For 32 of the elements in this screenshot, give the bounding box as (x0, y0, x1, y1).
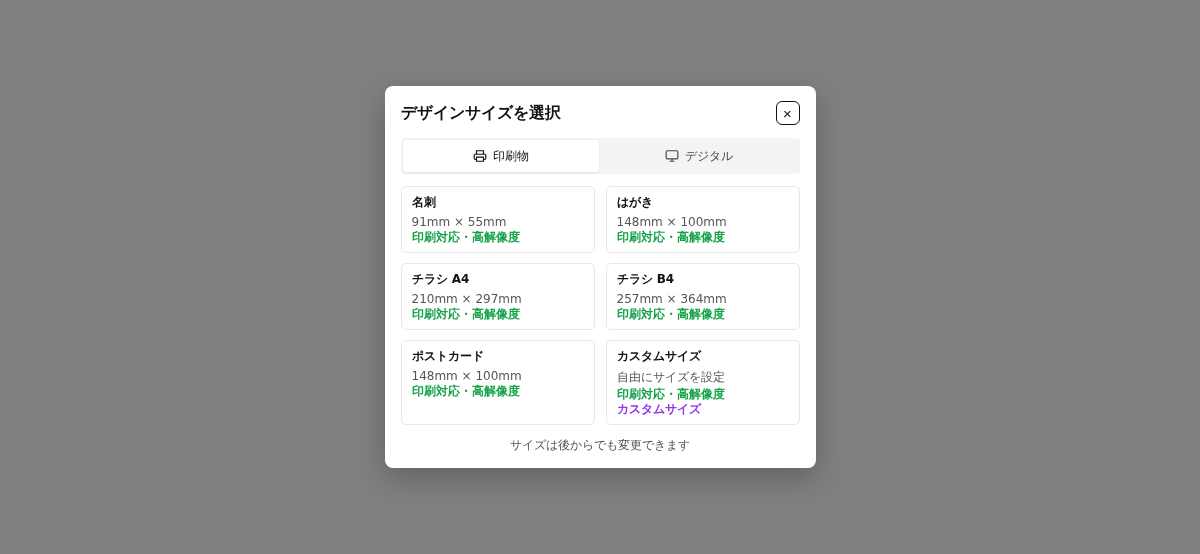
size-name: カスタムサイズ (616, 348, 703, 365)
feature-label: 印刷対応・高解像度 (411, 384, 521, 399)
size-dimensions: 148mm × 100mm (411, 369, 523, 383)
close-button[interactable]: × (775, 101, 800, 125)
size-name: ポストカード (411, 348, 485, 365)
feature-label: 印刷対応・高解像度 (616, 387, 726, 402)
size-dimensions: 257mm × 364mm (616, 292, 728, 306)
printer-icon (472, 149, 487, 163)
feature-label: 印刷対応・高解像度 (616, 230, 726, 245)
size-card[interactable]: はがき 148mm × 100mm 印刷対応・高解像度 (605, 186, 800, 253)
feature-label: 印刷対応・高解像度 (616, 307, 726, 322)
size-card[interactable]: ポストカード 148mm × 100mm 印刷対応・高解像度 (400, 340, 595, 425)
feature-label: 印刷対応・高解像度 (411, 230, 521, 245)
size-dimensions: 91mm × 55mm (411, 215, 508, 229)
tab[interactable]: デジタル (601, 140, 798, 172)
monitor-icon (665, 149, 680, 163)
size-dimensions: 210mm × 297mm (411, 292, 523, 306)
size-name: チラシ B4 (616, 271, 676, 288)
feature-label: カスタムサイズ (616, 402, 703, 417)
size-name: 名刺 (411, 194, 437, 211)
feature-label: 印刷対応・高解像度 (411, 307, 521, 322)
tab[interactable]: 印刷物 (402, 140, 599, 172)
size-name: はがき (616, 194, 654, 211)
size-name: チラシ A4 (411, 271, 471, 288)
size-card[interactable]: チラシ B4 257mm × 364mm 印刷対応・高解像度 (605, 263, 800, 330)
size-card[interactable]: 名刺 91mm × 55mm 印刷対応・高解像度 (400, 186, 595, 253)
dialog-title: デザインサイズを選択 (400, 102, 561, 124)
footer-note: サイズは後からでも変更できます (510, 437, 690, 454)
size-card[interactable]: チラシ A4 210mm × 297mm 印刷対応・高解像度 (400, 263, 595, 330)
size-dimensions: 148mm × 100mm (616, 215, 728, 229)
size-card[interactable]: カスタムサイズ 自由にサイズを設定 印刷対応・高解像度 カスタムサイズ (605, 340, 800, 425)
size-dimensions: 自由にサイズを設定 (616, 369, 726, 386)
